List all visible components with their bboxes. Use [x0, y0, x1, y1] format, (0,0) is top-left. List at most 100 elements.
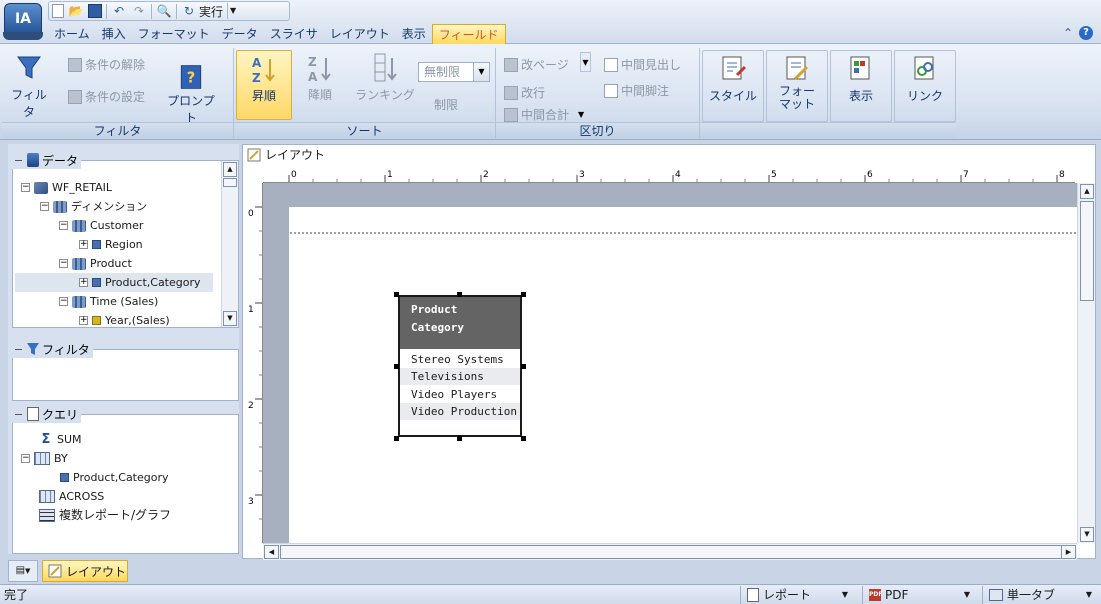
collapse-ribbon-icon[interactable]: ⌃ — [1063, 26, 1073, 40]
ranking-button[interactable]: ランキング — [352, 50, 418, 103]
page-break-button[interactable]: 改ページ — [504, 56, 569, 73]
query-by[interactable]: − BY — [21, 449, 68, 468]
scroll-down-icon[interactable]: ▼ — [223, 311, 237, 326]
output-format-select[interactable]: PDF PDF ▼ — [862, 586, 972, 604]
filter-button[interactable]: フィルタ — [8, 50, 50, 120]
tree-node-product[interactable]: − Product — [59, 254, 132, 273]
resize-handle[interactable] — [394, 292, 399, 297]
resize-handle[interactable] — [394, 436, 399, 441]
tree-node-customer[interactable]: − Customer — [59, 216, 143, 235]
tab-view[interactable]: 表示 — [396, 24, 432, 44]
subtotal-dropdown-icon[interactable]: ▼ — [578, 110, 584, 119]
tab-insert[interactable]: 挿入 — [96, 24, 132, 44]
collapse-icon[interactable]: − — [40, 202, 49, 211]
scroll-up-icon[interactable]: ▲ — [1080, 184, 1094, 199]
scroll-thumb[interactable] — [280, 545, 1062, 559]
query-sum[interactable]: Σ SUM — [39, 430, 82, 449]
link-button[interactable]: リンク — [894, 50, 956, 122]
style-button[interactable]: スタイル — [702, 50, 764, 122]
tab-layout[interactable]: レイアウト — [324, 24, 396, 44]
resize-handle[interactable] — [521, 292, 526, 297]
limit-select[interactable]: 無制限 ▼ — [418, 62, 490, 82]
report-row[interactable]: Video Players — [400, 386, 520, 403]
display-button[interactable]: 表示 — [830, 50, 892, 122]
tab-format[interactable]: フォーマット — [132, 24, 216, 44]
query-label: SUM — [57, 433, 82, 446]
output-type-select[interactable]: レポート ▼ — [740, 586, 850, 604]
tab-home[interactable]: ホーム — [48, 24, 96, 44]
report-object[interactable]: Product Category Stereo Systems Televisi… — [398, 295, 522, 437]
tab-slicer[interactable]: スライサ — [264, 24, 324, 44]
ascending-button[interactable]: AZ 昇順 — [236, 50, 292, 120]
expand-icon[interactable]: + — [79, 240, 88, 249]
scroll-left-icon[interactable]: ◀ — [264, 545, 279, 559]
resize-handle[interactable] — [394, 364, 399, 369]
grid-icon — [34, 452, 50, 465]
tree-node-year-sales[interactable]: + Year,(Sales) — [79, 311, 170, 330]
collapse-icon[interactable]: − — [59, 297, 68, 306]
expand-icon[interactable]: + — [79, 316, 88, 325]
save-icon[interactable] — [88, 4, 102, 18]
tree-node-dimension[interactable]: − ディメンション — [40, 197, 147, 216]
subtotal-button[interactable]: 中間合計 ▼ — [504, 106, 584, 123]
tree-node-region[interactable]: + Region — [79, 235, 143, 254]
clear-condition-button[interactable]: 条件の解除 — [68, 56, 145, 73]
resize-handle[interactable] — [521, 364, 526, 369]
report-row[interactable]: Video Production — [400, 403, 520, 420]
resize-handle[interactable] — [521, 436, 526, 441]
canvas-horizontal-scrollbar[interactable]: ◀ ▶ — [263, 543, 1077, 560]
open-folder-icon[interactable]: 📂 — [68, 3, 84, 19]
data-tree-scrollbar[interactable]: ▲ ▼ — [221, 161, 238, 327]
help-icon[interactable]: ? — [1079, 26, 1093, 40]
scroll-down-icon[interactable]: ▼ — [1080, 527, 1094, 542]
tab-mode-select[interactable]: 単一タブ ▼ — [982, 586, 1094, 604]
page-break-dropdown-icon[interactable]: ▼ — [580, 52, 591, 72]
layout-canvas[interactable]: Product Category Stereo Systems Televisi… — [263, 183, 1077, 543]
tree-node-time-sales[interactable]: − Time (Sales) — [59, 292, 158, 311]
app-menu-button[interactable]: IA — [3, 3, 43, 40]
resize-handle[interactable] — [457, 292, 462, 297]
minimize-icon[interactable] — [15, 348, 22, 350]
set-condition-button[interactable]: 条件の設定 — [68, 88, 145, 105]
collapse-icon[interactable]: − — [59, 221, 68, 230]
report-column-header[interactable]: Product Category — [400, 297, 520, 349]
line-break-button[interactable]: 改行 — [504, 84, 545, 101]
query-across[interactable]: ACROSS — [39, 487, 104, 506]
report-row[interactable]: Stereo Systems — [400, 351, 520, 368]
sub-footing-button[interactable]: 中間脚注 — [604, 82, 669, 99]
tab-data[interactable]: データ — [216, 24, 264, 44]
tree-label: WF_RETAIL — [52, 181, 113, 194]
scroll-right-icon[interactable]: ▶ — [1061, 545, 1076, 559]
undo-icon[interactable]: ↶ — [111, 3, 127, 19]
expand-icon[interactable]: + — [79, 278, 88, 287]
query-multi-report[interactable]: 複数レポート/グラフ — [39, 506, 171, 525]
tree-node-wf-retail[interactable]: − WF_RETAIL — [21, 178, 112, 197]
redo-icon[interactable]: ↷ — [131, 3, 147, 19]
tab-field[interactable]: フィールド — [431, 24, 506, 44]
canvas-vertical-scrollbar[interactable]: ▲ ▼ — [1077, 183, 1095, 543]
scroll-thumb[interactable] — [223, 178, 237, 187]
descending-button[interactable]: ZA 降順 — [298, 50, 342, 103]
query-by-product-category[interactable]: Product,Category — [60, 468, 169, 487]
resize-handle[interactable] — [457, 436, 462, 441]
collapse-icon[interactable]: − — [21, 454, 30, 463]
format-button[interactable]: フォー マット — [766, 50, 828, 122]
preview-icon[interactable]: 🔍 — [156, 3, 172, 19]
report-row[interactable]: Televisions — [400, 368, 520, 385]
tree-node-product-category[interactable]: + Product,Category — [15, 273, 213, 292]
query-tree: Σ SUM − BY Product,Category ACROSS 複数レポート/… — [12, 414, 239, 554]
sub-heading-button[interactable]: 中間見出し — [604, 56, 681, 73]
prompt-button[interactable]: ? プロンプト — [162, 62, 220, 126]
new-document-icon[interactable] — [52, 4, 64, 18]
scroll-thumb[interactable] — [1080, 201, 1094, 301]
minimize-icon[interactable] — [15, 413, 22, 415]
collapse-icon[interactable]: − — [21, 183, 30, 192]
run-button[interactable]: ↻ 実行 — [181, 3, 223, 20]
minimize-icon[interactable] — [15, 159, 22, 161]
view-switch-dropdown[interactable]: ▤▼ — [8, 560, 38, 582]
scroll-up-icon[interactable]: ▲ — [223, 162, 237, 177]
tab-layout-view[interactable]: レイアウト — [42, 560, 128, 582]
qat-dropdown-icon[interactable]: ▼ — [227, 3, 238, 19]
collapse-icon[interactable]: − — [59, 259, 68, 268]
scrollbar-track[interactable]: ▲ ▼ — [1078, 183, 1095, 543]
